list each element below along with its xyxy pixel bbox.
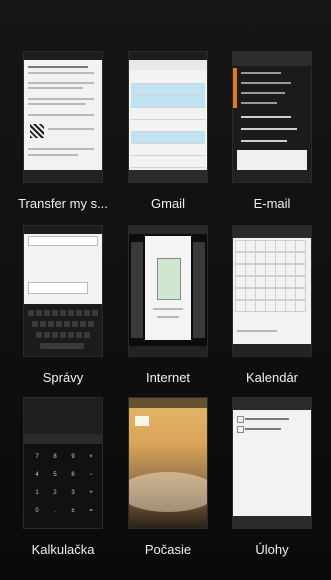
app-thumbnail-calculator[interactable]: 7 8 9 × 4 5 6− 1 2 3 + 0. ± = <box>24 398 102 528</box>
side-tab-preview <box>131 242 143 338</box>
app-label-internet: Internet <box>145 370 191 385</box>
text-line <box>28 98 94 100</box>
text-line <box>157 316 179 318</box>
app-label-transfer: Transfer my s... <box>18 196 108 211</box>
checkbox-icon <box>237 416 244 423</box>
text-line <box>48 128 94 130</box>
app-thumbnail-weather[interactable] <box>129 398 207 528</box>
app-thumbnail-email[interactable] <box>233 52 311 182</box>
action-bar <box>129 60 207 70</box>
bottom-bar <box>233 344 311 356</box>
text-line <box>241 82 291 84</box>
bottom-bar <box>129 170 207 182</box>
text-line <box>28 154 78 156</box>
action-bar <box>129 398 207 408</box>
text-line <box>241 72 281 74</box>
list-item <box>131 84 205 96</box>
text-line <box>245 428 281 430</box>
list-item <box>131 132 205 144</box>
checkbox-icon <box>237 426 244 433</box>
app-thumbnail-calendar[interactable] <box>233 226 311 356</box>
accent-strip <box>233 68 237 108</box>
text-line <box>245 418 289 420</box>
cloud-layer <box>129 472 207 512</box>
status-bar <box>129 52 207 60</box>
function-row <box>24 434 102 444</box>
side-tab-preview <box>193 242 205 338</box>
text-line <box>28 148 94 150</box>
app-thumbnail-tasks[interactable] <box>233 398 311 528</box>
month-grid <box>235 240 309 324</box>
app-label-tasks: Úlohy <box>255 542 289 557</box>
app-label-weather: Počasie <box>144 542 192 557</box>
text-line <box>241 102 277 104</box>
app-thumbnail-messages[interactable] <box>24 226 102 356</box>
app-label-messages: Správy <box>42 370 84 385</box>
bottom-bar <box>233 516 311 528</box>
text-line <box>241 140 287 142</box>
app-label-calculator: Kalkulačka <box>31 542 95 557</box>
list-item <box>131 120 205 132</box>
status-bar <box>24 52 102 60</box>
recipient-field <box>28 236 98 246</box>
bottom-bar <box>233 170 311 182</box>
list-item <box>131 96 205 108</box>
text-line <box>241 128 297 130</box>
bottom-bar <box>129 346 207 356</box>
recent-apps-grid: Transfer my s... Gmail E-mail Správy Int… <box>0 0 331 580</box>
temperature-readout <box>135 416 149 426</box>
calculator-display <box>24 398 102 434</box>
text-line <box>28 103 86 105</box>
app-thumbnail-gmail[interactable] <box>129 52 207 182</box>
list-item <box>131 108 205 120</box>
action-bar <box>233 226 311 238</box>
list-item <box>131 72 205 84</box>
tab-bar <box>129 226 207 234</box>
list-item <box>131 156 205 168</box>
text-line <box>237 330 277 332</box>
text-line <box>28 82 94 84</box>
text-line <box>153 308 183 310</box>
text-line <box>28 114 94 116</box>
recent-apps-screen: Transfer my s... Gmail E-mail Správy Int… <box>0 0 331 580</box>
app-thumbnail-transfer[interactable] <box>24 52 102 182</box>
text-line <box>241 92 285 94</box>
keyboard <box>24 304 102 356</box>
text-line <box>28 72 94 74</box>
compose-field <box>28 282 88 294</box>
app-label-email: E-mail <box>253 196 291 211</box>
app-label-gmail: Gmail <box>151 196 185 211</box>
qr-code-icon <box>30 124 44 138</box>
status-bar <box>24 226 102 234</box>
app-label-calendar: Kalendár <box>245 370 299 385</box>
action-bar <box>233 52 311 66</box>
text-line <box>28 87 83 89</box>
phone-image <box>157 258 181 300</box>
app-thumbnail-internet[interactable] <box>129 226 207 356</box>
bottom-bar <box>24 170 102 182</box>
message-preview <box>237 150 307 172</box>
action-bar <box>233 398 311 410</box>
text-line <box>241 116 291 118</box>
list-item <box>131 144 205 156</box>
webpage-preview <box>145 236 191 340</box>
text-line <box>28 66 88 68</box>
